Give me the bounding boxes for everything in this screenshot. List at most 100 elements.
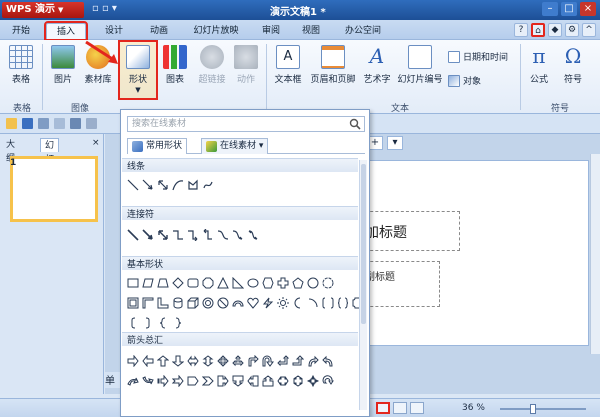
left-callout-arrow-shape[interactable] xyxy=(247,375,259,387)
tab-online-material[interactable]: 在线素材 ▾ xyxy=(201,138,269,154)
curved-double-arrow-shape[interactable] xyxy=(247,229,259,241)
circular-arrow-shape[interactable] xyxy=(322,375,334,387)
chevron-down-icon[interactable]: ▾ xyxy=(387,136,403,150)
tab-view[interactable]: 视图 xyxy=(296,23,326,39)
arrow-line-shape[interactable] xyxy=(142,179,154,191)
double-arrow-connector-shape[interactable] xyxy=(157,229,169,241)
heart-shape[interactable] xyxy=(247,297,259,309)
tab-outline[interactable]: 大纲 xyxy=(2,138,19,164)
slide-thumbnail[interactable] xyxy=(10,156,98,222)
no-symbol-shape[interactable] xyxy=(217,297,229,309)
left-up-arrow-shape[interactable] xyxy=(277,355,289,367)
curved-connector-shape[interactable] xyxy=(217,229,229,241)
settings-icon[interactable]: ⚙ xyxy=(565,23,579,37)
quick-access-toolbar[interactable]: ▫ ▫ ▾ xyxy=(92,3,117,14)
circle-shape[interactable] xyxy=(307,277,319,289)
slide[interactable]: 加标题 副标题 xyxy=(359,160,589,346)
left-right-callout-shape[interactable] xyxy=(277,375,289,387)
preview-icon[interactable] xyxy=(54,118,65,129)
tab-insert[interactable]: 插入 xyxy=(44,21,88,41)
donut-shape[interactable] xyxy=(202,297,214,309)
tab-slideshow[interactable]: 幻灯片放映 xyxy=(186,23,246,39)
up-arrow-shape[interactable] xyxy=(157,355,169,367)
formula-button[interactable]: π 公式 xyxy=(524,45,554,85)
minimize-icon[interactable]: – xyxy=(542,2,558,16)
maximize-icon[interactable]: □ xyxy=(561,2,577,16)
datetime-button[interactable]: 日期和时间 xyxy=(448,50,508,63)
close-panel-icon[interactable]: × xyxy=(92,138,100,148)
left-arrow-shape[interactable] xyxy=(142,355,154,367)
pentagon-arrow-shape[interactable] xyxy=(187,375,199,387)
line-shape[interactable] xyxy=(127,179,139,191)
right-triangle-shape[interactable] xyxy=(232,277,244,289)
notched-right-arrow-shape[interactable] xyxy=(172,375,184,387)
textbox-button[interactable]: A 文本框 xyxy=(272,45,304,85)
right-bracket-shape[interactable] xyxy=(142,317,154,329)
table-button[interactable]: 表格 xyxy=(6,45,36,85)
right-arrow-shape[interactable] xyxy=(127,355,139,367)
slideshow-view-icon[interactable] xyxy=(410,402,424,414)
header-footer-button[interactable]: 页眉和页脚 xyxy=(308,45,358,85)
sun-shape[interactable] xyxy=(277,297,289,309)
symbol-button[interactable]: Ω 符号 xyxy=(558,45,588,85)
curved-down-arrow-shape[interactable] xyxy=(142,375,154,387)
trapezoid-shape[interactable] xyxy=(157,277,169,289)
vertical-scrollbar[interactable] xyxy=(590,154,600,354)
object-button[interactable]: 对象 xyxy=(448,74,481,87)
undo-icon[interactable] xyxy=(70,118,81,129)
sorter-view-icon[interactable] xyxy=(393,402,407,414)
up-down-arrow-shape[interactable] xyxy=(202,355,214,367)
elbow-double-arrow-shape[interactable] xyxy=(202,229,214,241)
chevron-shape[interactable] xyxy=(202,375,214,387)
help-icon[interactable]: ? xyxy=(514,23,528,37)
picture-button[interactable]: 图片 xyxy=(48,45,78,85)
print-icon[interactable] xyxy=(38,118,49,129)
elbow-arrow-connector-shape[interactable] xyxy=(187,229,199,241)
frame-shape[interactable] xyxy=(127,297,139,309)
double-brace-shape[interactable] xyxy=(337,297,349,309)
left-bracket-shape[interactable] xyxy=(127,317,139,329)
bent-up-arrow-shape[interactable] xyxy=(292,355,304,367)
oval-shape[interactable] xyxy=(247,277,259,289)
octagon-shape[interactable] xyxy=(202,277,214,289)
u-turn-arrow-shape[interactable] xyxy=(262,355,274,367)
close-icon[interactable]: × xyxy=(580,2,596,16)
tab-slides[interactable]: 幻灯片 xyxy=(40,138,60,179)
moon-shape[interactable] xyxy=(292,297,304,309)
title-placeholder[interactable]: 加标题 xyxy=(360,211,460,251)
skin-icon[interactable]: ◆ xyxy=(548,23,562,37)
left-brace-shape[interactable] xyxy=(157,317,169,329)
up-down-callout-shape[interactable] xyxy=(292,375,304,387)
zoom-slider-handle[interactable] xyxy=(530,404,536,414)
pentagon-shape[interactable] xyxy=(292,277,304,289)
right-callout-arrow-shape[interactable] xyxy=(217,375,229,387)
redo-icon[interactable] xyxy=(86,118,97,129)
freeform-shape[interactable] xyxy=(187,179,199,191)
tab-home[interactable]: 开始 xyxy=(6,23,36,39)
lightning-shape[interactable] xyxy=(262,297,274,309)
straight-arrow-connector-shape[interactable] xyxy=(142,229,154,241)
block-arc-shape[interactable] xyxy=(232,297,244,309)
tab-common-shapes[interactable]: 常用形状 xyxy=(127,138,188,154)
double-bracket-shape[interactable] xyxy=(322,297,334,309)
chart-button[interactable]: 图表 xyxy=(160,45,190,85)
hyperlink-button[interactable]: 超链接 xyxy=(196,45,228,85)
elbow-connector-shape[interactable] xyxy=(172,229,184,241)
left-right-arrow-shape[interactable] xyxy=(187,355,199,367)
search-input[interactable] xyxy=(132,117,344,131)
curved-left-arrow-shape[interactable] xyxy=(322,355,334,367)
cross-shape[interactable] xyxy=(277,277,289,289)
arc-shape[interactable] xyxy=(307,297,319,309)
left-right-up-arrow-shape[interactable] xyxy=(232,355,244,367)
curved-up-arrow-shape[interactable] xyxy=(127,375,139,387)
tab-animation[interactable]: 动画 xyxy=(142,23,176,39)
home-icon[interactable]: ⌂ xyxy=(531,23,545,37)
hexagon-shape[interactable] xyxy=(262,277,274,289)
striped-right-arrow-shape[interactable] xyxy=(157,375,169,387)
quad-arrow-shape[interactable] xyxy=(217,355,229,367)
app-menu-button[interactable]: WPS 演示 ▼ xyxy=(2,2,84,18)
cylinder-shape[interactable] xyxy=(172,297,184,309)
bent-arrow-shape[interactable] xyxy=(247,355,259,367)
open-icon[interactable] xyxy=(6,118,17,129)
cube-shape[interactable] xyxy=(187,297,199,309)
